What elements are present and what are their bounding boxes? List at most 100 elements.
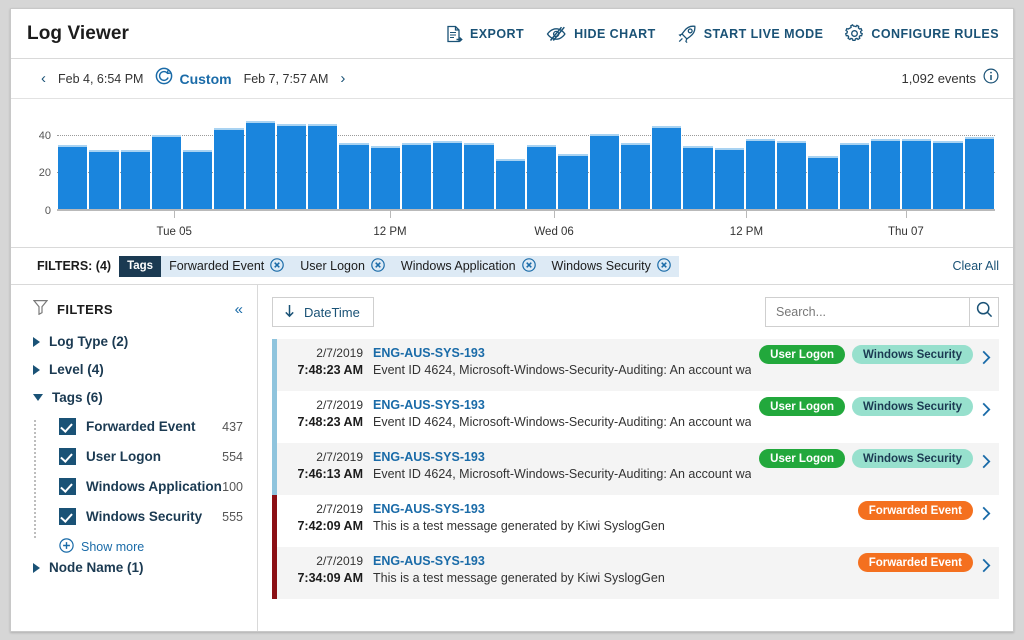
export-button[interactable]: EXPORT	[446, 25, 524, 43]
chart-bar[interactable]	[402, 143, 431, 209]
info-icon[interactable]	[983, 68, 999, 89]
chart-bar[interactable]	[246, 121, 275, 209]
filter-chip[interactable]: Windows Security	[544, 256, 679, 277]
status-badge[interactable]: Windows Security	[852, 449, 973, 468]
search-icon	[976, 301, 993, 323]
table-row[interactable]: 2/7/20197:46:13 AMENG-AUS-SYS-193Event I…	[272, 443, 999, 495]
row-hostname[interactable]: ENG-AUS-SYS-193	[373, 345, 751, 362]
tag-filter-option[interactable]: Windows Application100	[43, 478, 243, 495]
table-row[interactable]: 2/7/20197:42:09 AMENG-AUS-SYS-193This is…	[272, 495, 999, 547]
chart-bar[interactable]	[308, 124, 337, 209]
start-live-mode-button[interactable]: START LIVE MODE	[678, 25, 824, 43]
table-row[interactable]: 2/7/20197:48:23 AMENG-AUS-SYS-193Event I…	[272, 391, 999, 443]
row-expand-button[interactable]	[973, 345, 999, 391]
search-button[interactable]	[969, 297, 999, 327]
chart-bar[interactable]	[965, 137, 994, 209]
remove-circle-icon[interactable]	[270, 258, 284, 275]
status-badge[interactable]: Forwarded Event	[858, 553, 973, 572]
chart-bar[interactable]	[715, 148, 744, 209]
checkbox-checked-icon[interactable]	[59, 418, 76, 435]
chevron-right-icon	[981, 506, 992, 526]
search-input[interactable]	[765, 297, 969, 327]
range-preset-selector[interactable]: Custom	[155, 67, 231, 90]
chart-bar[interactable]	[371, 146, 400, 209]
tag-filter-option[interactable]: User Logon554	[43, 448, 243, 465]
row-expand-button[interactable]	[973, 501, 999, 547]
filter-chip[interactable]: User Logon	[292, 256, 393, 277]
chart-bar[interactable]	[152, 135, 181, 209]
chart-bar[interactable]	[214, 128, 243, 209]
sidebar-group-label: Node Name (1)	[49, 560, 144, 575]
row-hostname[interactable]: ENG-AUS-SYS-193	[373, 553, 850, 570]
status-badge[interactable]: User Logon	[759, 345, 845, 364]
row-expand-button[interactable]	[973, 553, 999, 599]
chart-bar[interactable]	[121, 150, 150, 209]
remove-circle-icon[interactable]	[657, 258, 671, 275]
list-toolbar: DateTime	[272, 297, 999, 327]
filter-chip[interactable]: Windows Application	[393, 256, 544, 277]
chart-bar[interactable]	[590, 134, 619, 209]
sidebar-group-tags[interactable]: Tags (6)	[33, 390, 243, 405]
chart-bar[interactable]	[527, 145, 556, 209]
show-more-button[interactable]: Show more	[43, 538, 243, 556]
active-filters-bar: FILTERS: (4) Tags Forwarded EventUser Lo…	[11, 248, 1013, 285]
chart-bar[interactable]	[652, 126, 681, 209]
row-hostname[interactable]: ENG-AUS-SYS-193	[373, 397, 751, 414]
sidebar-group-log-type[interactable]: Log Type (2)	[33, 334, 243, 349]
chart-bar[interactable]	[902, 139, 931, 209]
chevron-double-left-icon[interactable]: «	[235, 302, 243, 317]
chart-bar[interactable]	[746, 139, 775, 209]
configure-rules-button[interactable]: CONFIGURE RULES	[845, 24, 999, 43]
table-row[interactable]: 2/7/20197:48:23 AMENG-AUS-SYS-193Event I…	[272, 339, 999, 391]
chart-bar[interactable]	[433, 141, 462, 209]
hide-chart-button[interactable]: HIDE CHART	[546, 26, 656, 42]
sort-datetime-button[interactable]: DateTime	[272, 297, 374, 327]
chart-bar[interactable]	[89, 150, 118, 209]
chart-x-tick-label: 12 PM	[730, 226, 763, 238]
row-hostname[interactable]: ENG-AUS-SYS-193	[373, 501, 850, 518]
chart-y-tick: 40	[25, 130, 51, 142]
chart-bar[interactable]	[933, 141, 962, 209]
checkbox-checked-icon[interactable]	[59, 448, 76, 465]
chart-bar[interactable]	[683, 146, 712, 209]
checkbox-checked-icon[interactable]	[59, 478, 76, 495]
tag-filter-option[interactable]: Windows Security555	[43, 508, 243, 525]
row-expand-button[interactable]	[973, 449, 999, 495]
chart-bar[interactable]	[58, 145, 87, 209]
sidebar-group-node-name[interactable]: Node Name (1)	[33, 560, 243, 575]
table-row[interactable]: 2/7/20197:34:09 AMENG-AUS-SYS-193This is…	[272, 547, 999, 599]
tag-options-list: Forwarded Event437 User Logon554 Windows A…	[33, 418, 243, 556]
filter-chip[interactable]: Forwarded Event	[161, 256, 292, 277]
refresh-icon	[155, 67, 173, 90]
status-badge[interactable]: Forwarded Event	[858, 501, 973, 520]
chart-bar[interactable]	[840, 143, 869, 209]
chart-bar[interactable]	[464, 143, 493, 209]
chevron-right-icon[interactable]: ›	[336, 71, 349, 86]
remove-circle-icon[interactable]	[522, 258, 536, 275]
checkbox-checked-icon[interactable]	[59, 508, 76, 525]
clear-all-link[interactable]: Clear All	[952, 259, 999, 273]
chart-bar[interactable]	[183, 150, 212, 209]
row-expand-button[interactable]	[973, 397, 999, 443]
row-hostname[interactable]: ENG-AUS-SYS-193	[373, 449, 751, 466]
chevron-left-icon[interactable]: ‹	[37, 71, 50, 86]
tag-filter-option[interactable]: Forwarded Event437	[43, 418, 243, 435]
sidebar-group-level[interactable]: Level (4)	[33, 362, 243, 377]
row-time: 7:34:09 AM	[277, 570, 363, 587]
chart-bar[interactable]	[339, 143, 368, 209]
status-badge[interactable]: User Logon	[759, 397, 845, 416]
chart-bar[interactable]	[496, 159, 525, 209]
status-badge[interactable]: Windows Security	[852, 345, 973, 364]
chart-bar[interactable]	[558, 154, 587, 209]
status-badge[interactable]: User Logon	[759, 449, 845, 468]
chart-bar[interactable]	[621, 143, 650, 209]
chart-bar[interactable]	[777, 141, 806, 209]
row-timestamp: 2/7/20197:48:23 AM	[277, 397, 373, 443]
remove-circle-icon[interactable]	[371, 258, 385, 275]
chart-bar[interactable]	[277, 124, 306, 209]
status-badge[interactable]: Windows Security	[852, 397, 973, 416]
sidebar-header: FILTERS «	[33, 299, 243, 320]
tag-filter-count: 100	[222, 480, 243, 494]
chart-bar[interactable]	[871, 139, 900, 209]
chart-bar[interactable]	[808, 156, 837, 209]
